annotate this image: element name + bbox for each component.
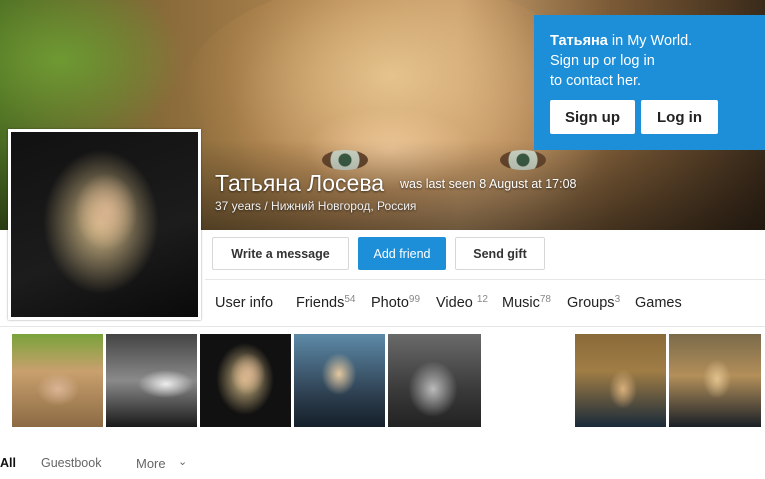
tab-label: Games (635, 295, 682, 311)
tab-count: 78 (539, 294, 551, 305)
avatar[interactable] (11, 132, 198, 317)
profile-meta: 37 years / Нижний Новгород, Россия (215, 199, 417, 213)
promo-line3: to contact her. (550, 73, 642, 89)
tab-games[interactable]: Games (635, 295, 682, 311)
tab-friends[interactable]: Friends54 (296, 294, 356, 311)
tab-groups[interactable]: Groups3 (567, 294, 621, 311)
tab-user-info[interactable]: User info (215, 295, 273, 311)
photo-thumbnail[interactable] (200, 334, 291, 427)
tab-count: 12 (476, 294, 488, 305)
photo-thumbnail[interactable] (388, 334, 481, 427)
tab-all[interactable]: All (0, 456, 16, 470)
tab-label: Music (502, 295, 540, 311)
signup-promo: Татьяна in My World. Sign up or log in t… (534, 15, 765, 150)
profile-name: Татьяна Лосева (215, 170, 385, 196)
tab-label: Groups (567, 295, 615, 311)
last-seen: was last seen 8 August at 17:08 (400, 177, 577, 191)
tab-label: Photo (371, 295, 409, 311)
tab-photo[interactable]: Photo99 (371, 294, 421, 311)
chevron-down-icon[interactable]: ⌄ (178, 455, 187, 468)
divider (0, 326, 765, 327)
sign-up-button[interactable]: Sign up (550, 100, 635, 134)
promo-line1: in My World. (607, 33, 693, 49)
photo-thumbnail[interactable] (575, 334, 666, 427)
photo-thumbnail[interactable] (12, 334, 103, 427)
photo-thumbnail[interactable] (669, 334, 761, 427)
add-friend-button[interactable]: Add friend (358, 237, 446, 270)
promo-line2: Sign up or log in (550, 53, 655, 69)
log-in-button[interactable]: Log in (641, 100, 718, 134)
tab-music[interactable]: Music78 (502, 294, 551, 311)
tab-label: Video (436, 295, 473, 311)
tab-count: 3 (614, 294, 621, 305)
photo-thumbnail[interactable] (106, 334, 197, 427)
tab-label: User info (215, 295, 274, 311)
tab-count: 54 (344, 294, 356, 305)
tab-label: Friends (296, 295, 345, 311)
tab-video[interactable]: Video 12 (436, 294, 488, 311)
promo-text: Татьяна in My World. Sign up or log in t… (550, 31, 692, 91)
write-message-button[interactable]: Write a message (212, 237, 349, 270)
avatar-frame[interactable] (8, 129, 201, 320)
divider (205, 279, 765, 280)
photo-thumbnail[interactable] (294, 334, 385, 427)
promo-name: Татьяна (550, 33, 608, 49)
more-menu[interactable]: More (136, 456, 166, 471)
tab-guestbook[interactable]: Guestbook (41, 456, 101, 470)
tab-count: 99 (408, 294, 421, 305)
send-gift-button[interactable]: Send gift (455, 237, 545, 270)
